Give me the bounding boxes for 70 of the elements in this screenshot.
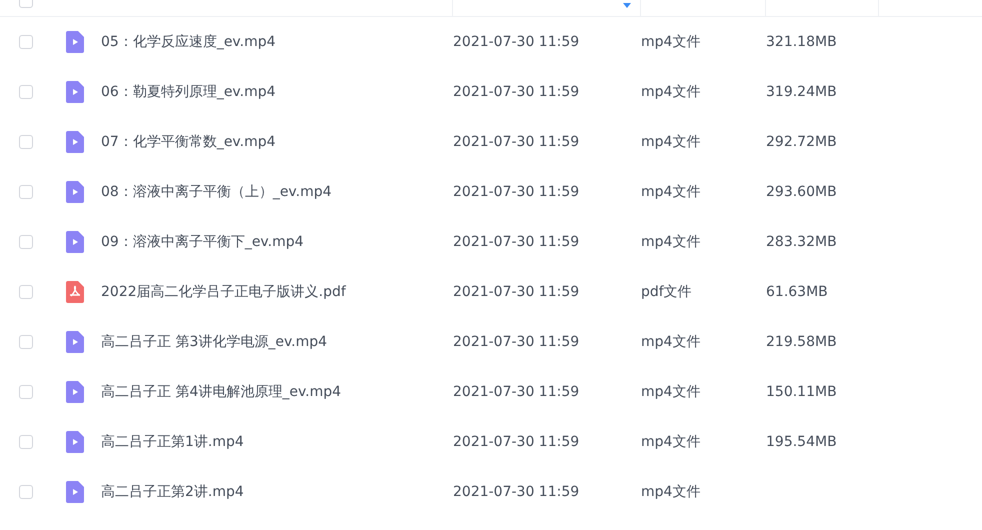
modified-time: 2021-07-30 11:59 bbox=[453, 234, 580, 250]
file-type: mp4文件 bbox=[641, 234, 700, 250]
file-name[interactable]: 2022届高二化学吕子正电子版讲义.pdf bbox=[101, 284, 346, 300]
file-row[interactable]: 07：化学平衡常数_ev.mp4 2021-07-30 11:59 mp4文件 292.72MB bbox=[0, 117, 982, 167]
pdf-file-icon bbox=[66, 281, 84, 303]
file-name[interactable]: 高二吕子正 第3讲化学电源_ev.mp4 bbox=[101, 334, 328, 350]
file-size: 195.54MB bbox=[766, 434, 837, 450]
file-name[interactable]: 高二吕子正第2讲.mp4 bbox=[101, 484, 244, 500]
modified-time: 2021-07-30 11:59 bbox=[453, 484, 580, 500]
video-file-icon bbox=[66, 481, 84, 503]
checkbox[interactable] bbox=[19, 85, 33, 99]
file-size: 292.72MB bbox=[766, 134, 837, 150]
file-row[interactable]: 高二吕子正 第3讲化学电源_ev.mp4 2021-07-30 11:59 mp4文件 219.58MB bbox=[0, 317, 982, 367]
file-size: 150.11MB bbox=[766, 384, 837, 400]
file-type: mp4文件 bbox=[641, 184, 700, 200]
file-name[interactable]: 高二吕子正 第4讲电解池原理_ev.mp4 bbox=[101, 384, 342, 400]
video-file-icon bbox=[66, 181, 84, 203]
modified-time: 2021-07-30 11:59 bbox=[453, 34, 580, 50]
file-name[interactable]: 高二吕子正第1讲.mp4 bbox=[101, 434, 244, 450]
file-row[interactable]: 高二吕子正第1讲.mp4 2021-07-30 11:59 mp4文件 195.54MB bbox=[0, 417, 982, 467]
checkbox[interactable] bbox=[19, 285, 33, 299]
checkbox[interactable] bbox=[19, 235, 33, 249]
file-name[interactable]: 08：溶液中离子平衡（上）_ev.mp4 bbox=[101, 184, 332, 200]
checkbox[interactable] bbox=[19, 35, 33, 49]
file-row[interactable]: 09：溶液中离子平衡下_ev.mp4 2021-07-30 11:59 mp4文件 283.32MB bbox=[0, 217, 982, 267]
video-file-icon bbox=[66, 231, 84, 253]
checkbox[interactable] bbox=[19, 385, 33, 399]
file-size: 321.18MB bbox=[766, 34, 837, 50]
modified-time: 2021-07-30 11:59 bbox=[453, 384, 580, 400]
file-size: 319.24MB bbox=[766, 84, 837, 100]
video-file-icon bbox=[66, 131, 84, 153]
file-row[interactable]: 05：化学反应速度_ev.mp4 2021-07-30 11:59 mp4文件 321.18MB bbox=[0, 17, 982, 67]
modified-time: 2021-07-30 11:59 bbox=[453, 284, 580, 300]
video-file-icon bbox=[66, 81, 84, 103]
file-type: mp4文件 bbox=[641, 134, 700, 150]
file-type: mp4文件 bbox=[641, 34, 700, 50]
file-type: mp4文件 bbox=[641, 384, 700, 400]
file-name[interactable]: 05：化学反应速度_ev.mp4 bbox=[101, 34, 276, 50]
file-type: mp4文件 bbox=[641, 84, 700, 100]
sort-arrow-icon[interactable] bbox=[623, 3, 631, 8]
file-type: mp4文件 bbox=[641, 434, 700, 450]
file-size: 219.58MB bbox=[766, 334, 837, 350]
file-type: pdf文件 bbox=[641, 284, 692, 300]
checkbox[interactable] bbox=[19, 335, 33, 349]
file-name[interactable]: 06：勒夏特列原理_ev.mp4 bbox=[101, 84, 276, 100]
checkbox[interactable] bbox=[19, 485, 33, 499]
modified-time: 2021-07-30 11:59 bbox=[453, 434, 580, 450]
file-name[interactable]: 09：溶液中离子平衡下_ev.mp4 bbox=[101, 234, 304, 250]
video-file-icon bbox=[66, 381, 84, 403]
file-row[interactable]: 06：勒夏特列原理_ev.mp4 2021-07-30 11:59 mp4文件 319.24MB bbox=[0, 67, 982, 117]
checkbox[interactable] bbox=[19, 185, 33, 199]
file-type: mp4文件 bbox=[641, 334, 700, 350]
file-row[interactable]: 2022届高二化学吕子正电子版讲义.pdf 2021-07-30 11:59 pdf文件 61.63MB bbox=[0, 267, 982, 317]
video-file-icon bbox=[66, 31, 84, 53]
checkbox[interactable] bbox=[19, 135, 33, 149]
modified-time: 2021-07-30 11:59 bbox=[453, 184, 580, 200]
file-row[interactable]: 高二吕子正 第4讲电解池原理_ev.mp4 2021-07-30 11:59 mp4文件 150.11MB bbox=[0, 367, 982, 417]
file-size: 283.32MB bbox=[766, 234, 837, 250]
file-type: mp4文件 bbox=[641, 484, 700, 500]
file-row[interactable]: 高二吕子正第2讲.mp4 2021-07-30 11:59 mp4文件 bbox=[0, 467, 982, 517]
modified-time: 2021-07-30 11:59 bbox=[453, 84, 580, 100]
file-name[interactable]: 07：化学平衡常数_ev.mp4 bbox=[101, 134, 276, 150]
checkbox[interactable] bbox=[19, 435, 33, 449]
file-size: 61.63MB bbox=[766, 284, 828, 300]
video-file-icon bbox=[66, 331, 84, 353]
video-file-icon bbox=[66, 431, 84, 453]
modified-time: 2021-07-30 11:59 bbox=[453, 134, 580, 150]
file-size: 293.60MB bbox=[766, 184, 837, 200]
modified-time: 2021-07-30 11:59 bbox=[453, 334, 580, 350]
file-row[interactable]: 08：溶液中离子平衡（上）_ev.mp4 2021-07-30 11:59 mp4文件 293.60MB bbox=[0, 167, 982, 217]
